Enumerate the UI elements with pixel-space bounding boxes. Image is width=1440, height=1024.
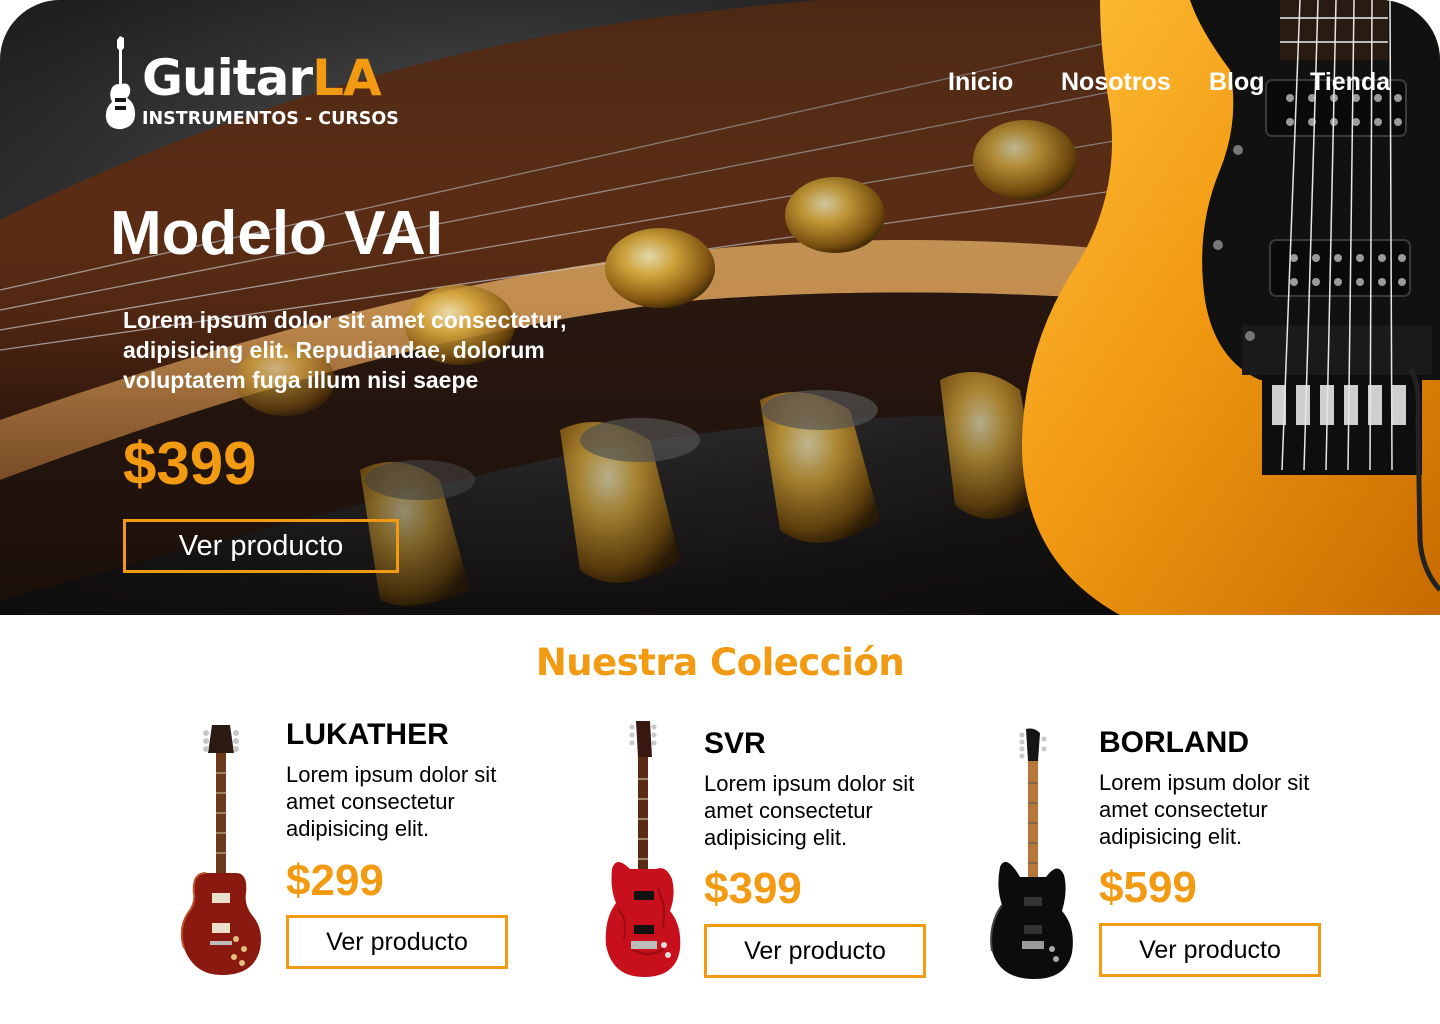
nav-link-blog[interactable]: Blog: [1209, 64, 1265, 100]
product-name: BORLAND: [1099, 726, 1249, 759]
nav-link-inicio[interactable]: Inicio: [948, 64, 1013, 100]
product-description: Lorem ipsum dolor sit amet consectetur a…: [286, 762, 497, 841]
hero-title: Modelo VAI: [110, 199, 443, 268]
view-product-button[interactable]: Ver producto: [286, 915, 508, 969]
product-name: LUKATHER: [286, 718, 449, 751]
nav-link-tienda[interactable]: Tienda: [1310, 64, 1390, 100]
view-product-button[interactable]: Ver producto: [1099, 923, 1321, 977]
main-nav: Inicio Nosotros Blog Tienda: [948, 64, 1398, 100]
hero-section: GuitarLA INSTRUMENTOS - CURSOS Inicio No…: [0, 0, 1440, 615]
product-description: Lorem ipsum dolor sit amet consectetur a…: [1099, 770, 1310, 849]
product-card-svr: SVR Lorem ipsum dolor sit amet consectet…: [590, 715, 940, 985]
brand-name: GuitarLA: [142, 48, 382, 108]
product-description: Lorem ipsum dolor sit amet consectetur a…: [704, 771, 915, 850]
product-name: SVR: [704, 727, 766, 760]
guitar-icon: [105, 36, 136, 130]
hero-price: $399: [123, 430, 257, 497]
product-price: $599: [1099, 863, 1197, 912]
brand-name-main: Guitar: [142, 49, 313, 107]
nav-link-nosotros[interactable]: Nosotros: [1061, 64, 1171, 100]
product-price: $399: [704, 864, 802, 913]
view-product-button[interactable]: Ver producto: [704, 924, 926, 978]
brand-tagline: INSTRUMENTOS - CURSOS: [142, 109, 399, 129]
black-electric-guitar-icon: [990, 728, 1073, 979]
hero-view-product-button[interactable]: Ver producto: [123, 519, 399, 573]
red-electric-guitar-icon: [605, 721, 681, 977]
product-price: $299: [286, 856, 384, 905]
brand-logo[interactable]: GuitarLA INSTRUMENTOS - CURSOS: [104, 36, 414, 132]
hero-description: Lorem ipsum dolor sit amet consectetur, …: [123, 307, 567, 393]
product-card-lukather: LUKATHER Lorem ipsum dolor sit amet cons…: [170, 715, 520, 985]
collection-title: Nuestra Colección: [535, 641, 905, 684]
brand-name-accent: LA: [312, 49, 382, 107]
product-card-borland: BORLAND Lorem ipsum dolor sit amet conse…: [980, 715, 1330, 985]
les-paul-guitar-icon: [180, 725, 261, 975]
